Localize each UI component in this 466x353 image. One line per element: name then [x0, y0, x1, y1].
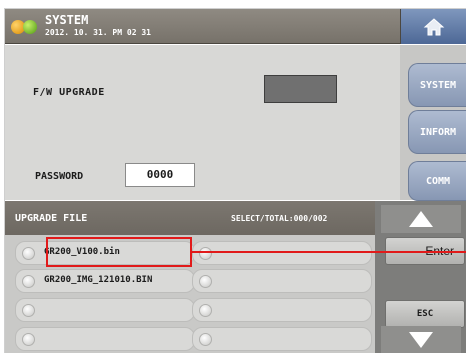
password-field[interactable]: 0000: [125, 163, 195, 187]
datetime-display: 2012. 10. 31. PM 02 31: [45, 28, 151, 37]
triangle-up-icon: [409, 211, 433, 227]
radio-icon: [22, 333, 35, 346]
side-tabs: SYSTEM INFORM COMM: [400, 45, 466, 201]
file-name: GR200_IMG_121010.BIN: [44, 275, 153, 285]
radio-icon: [199, 304, 212, 317]
file-item[interactable]: GR200_IMG_121010.BIN: [15, 269, 195, 293]
header-bar: SYSTEM 2012. 10. 31. PM 02 31: [5, 9, 466, 44]
file-item[interactable]: [192, 298, 372, 322]
upgrade-panel: F/W UPGRADE PASSWORD 0000: [5, 45, 400, 200]
home-button[interactable]: [400, 9, 466, 44]
home-icon: [423, 17, 445, 35]
triangle-down-icon: [409, 332, 433, 348]
radio-icon: [199, 247, 212, 260]
radio-icon: [22, 304, 35, 317]
upgrade-file-title: UPGRADE FILE: [15, 213, 88, 224]
selection-highlight: [46, 237, 192, 267]
tab-comm[interactable]: COMM: [408, 161, 466, 201]
fw-upgrade-label: F/W UPGRADE: [33, 87, 105, 98]
system-screen: SYSTEM 2012. 10. 31. PM 02 31 F/W UPGRAD…: [4, 8, 466, 353]
esc-button[interactable]: ESC: [385, 300, 465, 328]
radio-icon: [22, 247, 35, 260]
file-item[interactable]: [15, 327, 195, 351]
file-item[interactable]: [192, 269, 372, 293]
scroll-up-button[interactable]: [381, 205, 461, 233]
radio-icon: [199, 275, 212, 288]
page-title: SYSTEM: [45, 13, 89, 27]
annotation-line: [192, 251, 466, 253]
password-label: PASSWORD: [35, 171, 84, 182]
radio-icon: [22, 275, 35, 288]
scroll-down-button[interactable]: [381, 326, 461, 353]
file-item[interactable]: [192, 241, 372, 265]
control-column: Enter ESC: [375, 201, 466, 353]
select-total-count: SELECT/TOTAL:000/002: [231, 214, 328, 223]
upgrade-file-header: UPGRADE FILE SELECT/TOTAL:000/002: [5, 201, 375, 235]
radio-icon: [199, 333, 212, 346]
tab-inform[interactable]: INFORM: [408, 110, 466, 154]
tab-system[interactable]: SYSTEM: [408, 63, 466, 107]
file-item[interactable]: [192, 327, 372, 351]
file-item[interactable]: [15, 298, 195, 322]
app-logo-icon: [11, 18, 39, 36]
fw-upgrade-button[interactable]: [264, 75, 337, 103]
